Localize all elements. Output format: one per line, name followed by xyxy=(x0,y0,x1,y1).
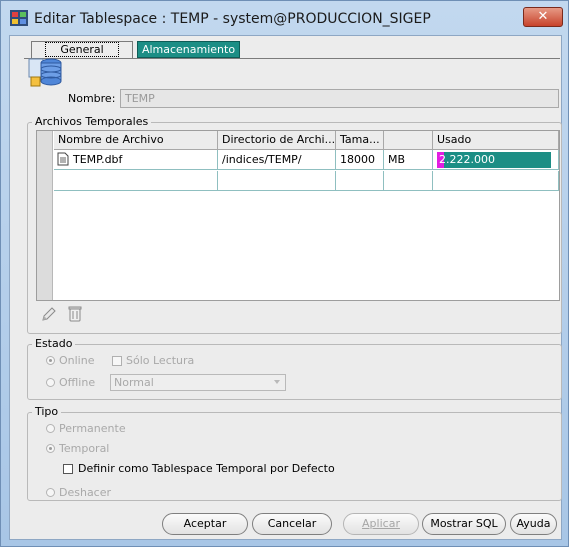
file-icon xyxy=(57,152,69,166)
aplicar-button[interactable]: Aplicar xyxy=(343,513,419,535)
nombre-label: Nombre: xyxy=(68,92,116,105)
deshacer-label: Deshacer xyxy=(59,486,112,499)
empty-cell[interactable] xyxy=(433,171,559,191)
default-temp-label: Definir como Tablespace Temporal por Def… xyxy=(78,462,335,475)
table-toolbar xyxy=(40,303,100,325)
tab-almacenamiento-label: Almacenamiento xyxy=(141,43,236,56)
file-name-text: TEMP.dbf xyxy=(73,153,123,166)
solo-lectura-checkbox[interactable] xyxy=(112,356,122,366)
temporal-radio[interactable] xyxy=(46,444,55,453)
column-header-directorio[interactable]: Directorio de Archi... xyxy=(218,131,336,150)
dialog-body: General Almacenamiento Nombre: TEMP Arch… xyxy=(9,35,562,540)
tab-bar: General Almacenamiento xyxy=(10,36,561,80)
aceptar-button[interactable]: Aceptar xyxy=(162,513,248,535)
empty-cell[interactable] xyxy=(336,171,384,191)
offline-mode-value: Normal xyxy=(114,376,154,389)
ayuda-button[interactable]: Ayuda xyxy=(510,513,557,535)
row-header-column xyxy=(37,131,53,300)
chevron-down-icon xyxy=(274,380,280,384)
window-title: Editar Tablespace : TEMP - system@PRODUC… xyxy=(34,11,431,27)
column-header-usado[interactable]: Usado xyxy=(433,131,559,150)
dialog-window: Editar Tablespace : TEMP - system@PRODUC… xyxy=(0,0,569,547)
archivos-group-label: Archivos Temporales xyxy=(32,115,152,128)
tipo-group-label: Tipo xyxy=(32,405,62,418)
column-header-nombre[interactable]: Nombre de Archivo xyxy=(54,131,218,150)
cell-unidad[interactable]: MB xyxy=(384,150,433,170)
offline-label: Offline xyxy=(59,376,96,389)
mostrar-sql-button[interactable]: Mostrar SQL xyxy=(422,513,506,535)
database-icon xyxy=(28,58,62,87)
pencil-icon[interactable] xyxy=(40,305,58,323)
estado-group-label: Estado xyxy=(32,337,76,350)
cancelar-button[interactable]: Cancelar xyxy=(252,513,332,535)
permanente-label: Permanente xyxy=(59,422,126,435)
temporal-label: Temporal xyxy=(59,442,110,455)
permanente-radio[interactable] xyxy=(46,424,55,433)
empty-cell[interactable] xyxy=(384,171,433,191)
cell-tamano[interactable]: 18000 xyxy=(336,150,384,170)
estado-group xyxy=(27,344,562,400)
online-label: Online xyxy=(59,354,95,367)
offline-radio[interactable] xyxy=(46,378,55,387)
app-icon xyxy=(10,10,28,26)
solo-lectura-label: Sólo Lectura xyxy=(126,354,195,367)
online-radio[interactable] xyxy=(46,356,55,365)
tab-almacenamiento[interactable]: Almacenamiento xyxy=(137,41,240,58)
column-header-unidad[interactable] xyxy=(384,131,433,150)
cell-file-name[interactable]: TEMP.dbf xyxy=(54,150,218,170)
nombre-field: TEMP xyxy=(120,89,559,108)
column-header-tamano[interactable]: Tama... xyxy=(336,131,384,150)
cell-directorio[interactable]: /indices/TEMP/ xyxy=(218,150,336,170)
empty-cell[interactable] xyxy=(54,171,218,191)
usado-value: 2.222.000 xyxy=(439,153,495,166)
offline-mode-select[interactable]: Normal xyxy=(110,374,286,391)
archivos-table: Nombre de Archivo Directorio de Archi...… xyxy=(36,130,560,301)
title-bar[interactable]: Editar Tablespace : TEMP - system@PRODUC… xyxy=(1,1,568,35)
deshacer-radio[interactable] xyxy=(46,488,55,497)
default-temp-checkbox[interactable] xyxy=(63,464,73,474)
close-button[interactable]: ✕ xyxy=(523,7,563,27)
tab-divider xyxy=(24,58,560,59)
empty-cell[interactable] xyxy=(218,171,336,191)
close-icon: ✕ xyxy=(537,9,549,24)
trash-icon[interactable] xyxy=(68,305,82,323)
